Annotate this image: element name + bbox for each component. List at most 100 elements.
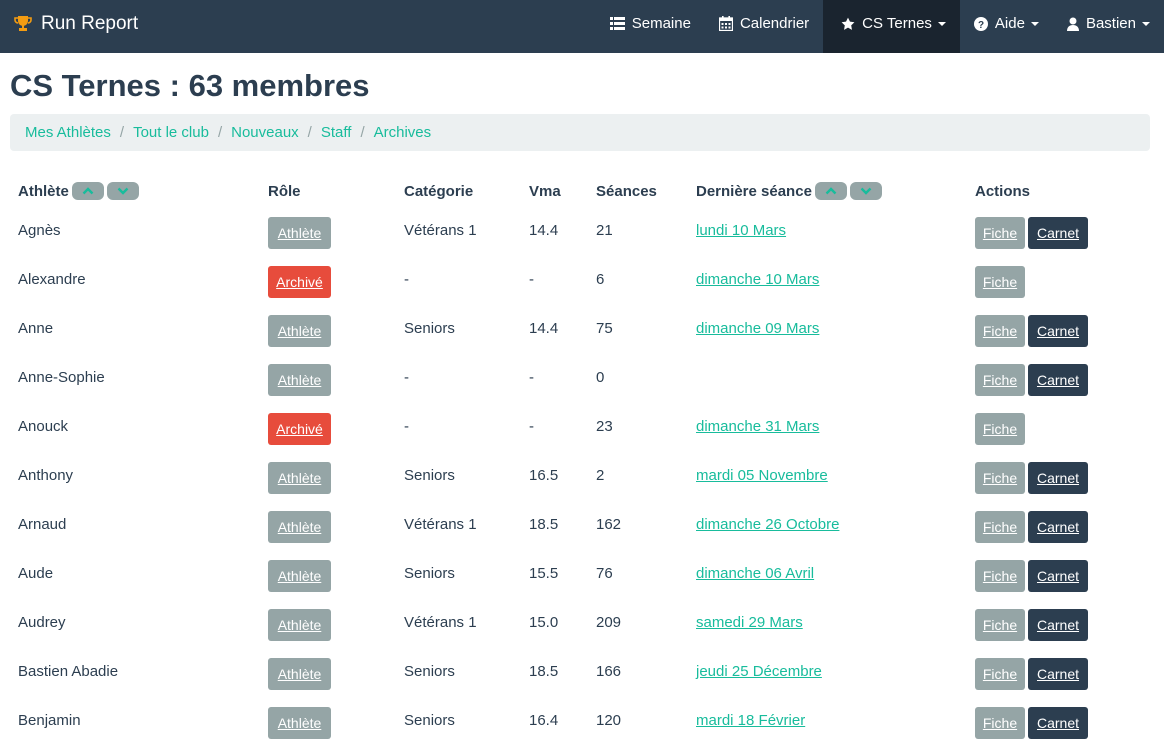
athlete-seances: 76 <box>596 565 613 582</box>
athlete-vma: 15.5 <box>529 565 559 582</box>
role-archived-button[interactable]: Archivé <box>268 413 331 445</box>
carnet-button[interactable]: Carnet <box>1028 364 1088 396</box>
breadcrumb-mes-athletes[interactable]: Mes Athlètes <box>25 124 111 141</box>
fiche-button[interactable]: Fiche <box>975 266 1025 298</box>
role-athlete-button[interactable]: Athlète <box>268 560 331 592</box>
fiche-button[interactable]: Fiche <box>975 364 1025 396</box>
nav-club-label: CS Ternes <box>862 15 932 32</box>
athlete-vma: 16.4 <box>529 712 559 729</box>
last-session-link[interactable]: dimanche 10 Mars <box>696 271 819 288</box>
nav-semaine[interactable]: Semaine <box>596 0 705 47</box>
athlete-vma: 18.5 <box>529 663 559 680</box>
role-athlete-button[interactable]: Athlète <box>268 658 331 690</box>
last-session-link[interactable]: mardi 18 Février <box>696 712 805 729</box>
table-row: Anouck Archivé - - 23 dimanche 31 Mars Fiche <box>0 407 1164 456</box>
last-session-link[interactable]: samedi 29 Mars <box>696 614 803 631</box>
header-actions: Actions <box>975 182 1031 200</box>
chevron-down-icon <box>860 187 872 195</box>
nav-calendrier[interactable]: Calendrier <box>705 0 823 47</box>
table-row: Anne Athlète Seniors 14.4 75 dimanche 09 Mars… <box>0 309 1164 358</box>
table-row: Arnaud Athlète Vétérans 1 18.5 162 dimanche 2… <box>0 505 1164 554</box>
last-session-link[interactable]: lundi 10 Mars <box>696 222 786 239</box>
star-icon <box>841 17 855 31</box>
carnet-button[interactable]: Carnet <box>1028 707 1088 739</box>
athlete-seances: 23 <box>596 418 613 435</box>
brand-link[interactable]: Run Report <box>14 0 138 47</box>
sort-date-desc-button[interactable] <box>849 182 882 200</box>
sort-athlete-desc-button[interactable] <box>106 182 139 200</box>
athlete-name: Anouck <box>18 418 69 435</box>
table-row: Audrey Athlète Vétérans 1 15.0 209 samedi 29 … <box>0 603 1164 652</box>
athlete-vma: 16.5 <box>529 467 559 484</box>
carnet-button[interactable]: Carnet <box>1028 462 1088 494</box>
fiche-button[interactable]: Fiche <box>975 217 1025 249</box>
athlete-name: Aude <box>18 565 54 582</box>
role-athlete-button[interactable]: Athlète <box>268 315 331 347</box>
athlete-categorie: Seniors <box>404 320 455 337</box>
carnet-button[interactable]: Carnet <box>1028 511 1088 543</box>
athlete-seances: 209 <box>596 614 622 631</box>
last-session-link[interactable]: dimanche 06 Avril <box>696 565 814 582</box>
breadcrumb-staff[interactable]: Staff <box>321 124 352 141</box>
athlete-seances: 166 <box>596 663 622 680</box>
last-session-link[interactable]: mardi 05 Novembre <box>696 467 828 484</box>
header-role: Rôle <box>268 182 301 200</box>
athlete-vma: - <box>529 418 534 435</box>
athlete-name: Anne-Sophie <box>18 369 105 386</box>
fiche-button[interactable]: Fiche <box>975 609 1025 641</box>
breadcrumb-archives[interactable]: Archives <box>374 124 432 141</box>
nav-calendrier-label: Calendrier <box>739 15 810 32</box>
fiche-button[interactable]: Fiche <box>975 413 1025 445</box>
table-row: Anne-Sophie Athlète - - 0 Fiche Carnet <box>0 358 1164 407</box>
sort-date-asc-button[interactable] <box>814 182 847 200</box>
list-icon <box>609 17 625 30</box>
athlete-categorie: Seniors <box>404 663 455 680</box>
fiche-button[interactable]: Fiche <box>975 560 1025 592</box>
carnet-button[interactable]: Carnet <box>1028 217 1088 249</box>
fiche-button[interactable]: Fiche <box>975 707 1025 739</box>
carnet-button[interactable]: Carnet <box>1028 315 1088 347</box>
breadcrumb-tout-le-club[interactable]: Tout le club <box>133 124 209 141</box>
fiche-button[interactable]: Fiche <box>975 511 1025 543</box>
nav-club-dropdown[interactable]: CS Ternes <box>823 0 960 53</box>
nav-user-label: Bastien <box>1085 15 1136 32</box>
role-athlete-button[interactable]: Athlète <box>268 609 331 641</box>
nav-aide-dropdown[interactable]: ? Aide <box>960 0 1053 47</box>
header-vma: Vma <box>529 182 561 200</box>
athlete-categorie: - <box>404 369 409 386</box>
breadcrumb-separator: / <box>119 124 125 141</box>
caret-down-icon <box>1030 21 1039 26</box>
header-derniere-seance-label: Dernière séance <box>696 182 812 200</box>
carnet-button[interactable]: Carnet <box>1028 609 1088 641</box>
athlete-seances: 162 <box>596 516 622 533</box>
last-session-link[interactable]: dimanche 31 Mars <box>696 418 819 435</box>
breadcrumb: Mes Athlètes / Tout le club / Nouveaux /… <box>10 114 1150 151</box>
breadcrumb-separator: / <box>217 124 223 141</box>
breadcrumb-separator: / <box>307 124 312 141</box>
sort-athlete-asc-button[interactable] <box>71 182 104 200</box>
nav-user-dropdown[interactable]: Bastien <box>1053 0 1164 47</box>
athlete-seances: 120 <box>596 712 622 729</box>
athlete-name: Bastien Abadie <box>18 663 119 680</box>
last-session-link[interactable]: dimanche 09 Mars <box>696 320 819 337</box>
carnet-button[interactable]: Carnet <box>1028 560 1088 592</box>
fiche-button[interactable]: Fiche <box>975 315 1025 347</box>
athlete-categorie: Seniors <box>404 712 455 729</box>
carnet-button[interactable]: Carnet <box>1028 658 1088 690</box>
fiche-button[interactable]: Fiche <box>975 658 1025 690</box>
header-derniere-seance: Dernière séance <box>696 181 882 201</box>
role-athlete-button[interactable]: Athlète <box>268 511 331 543</box>
last-session-link[interactable]: jeudi 25 Décembre <box>696 663 822 680</box>
nav-menu: Semaine Calendrier CS Ternes ? Aide Bast… <box>596 0 1164 53</box>
last-session-link[interactable]: dimanche 26 Octobre <box>696 516 839 533</box>
role-athlete-button[interactable]: Athlète <box>268 217 331 249</box>
role-athlete-button[interactable]: Athlète <box>268 707 331 739</box>
athlete-name: Agnès <box>18 222 61 239</box>
role-athlete-button[interactable]: Athlète <box>268 462 331 494</box>
nav-aide-label: Aide <box>994 15 1025 32</box>
role-athlete-button[interactable]: Athlète <box>268 364 331 396</box>
fiche-button[interactable]: Fiche <box>975 462 1025 494</box>
athlete-vma: - <box>529 369 534 386</box>
breadcrumb-nouveaux[interactable]: Nouveaux <box>231 124 299 141</box>
role-archived-button[interactable]: Archivé <box>268 266 331 298</box>
